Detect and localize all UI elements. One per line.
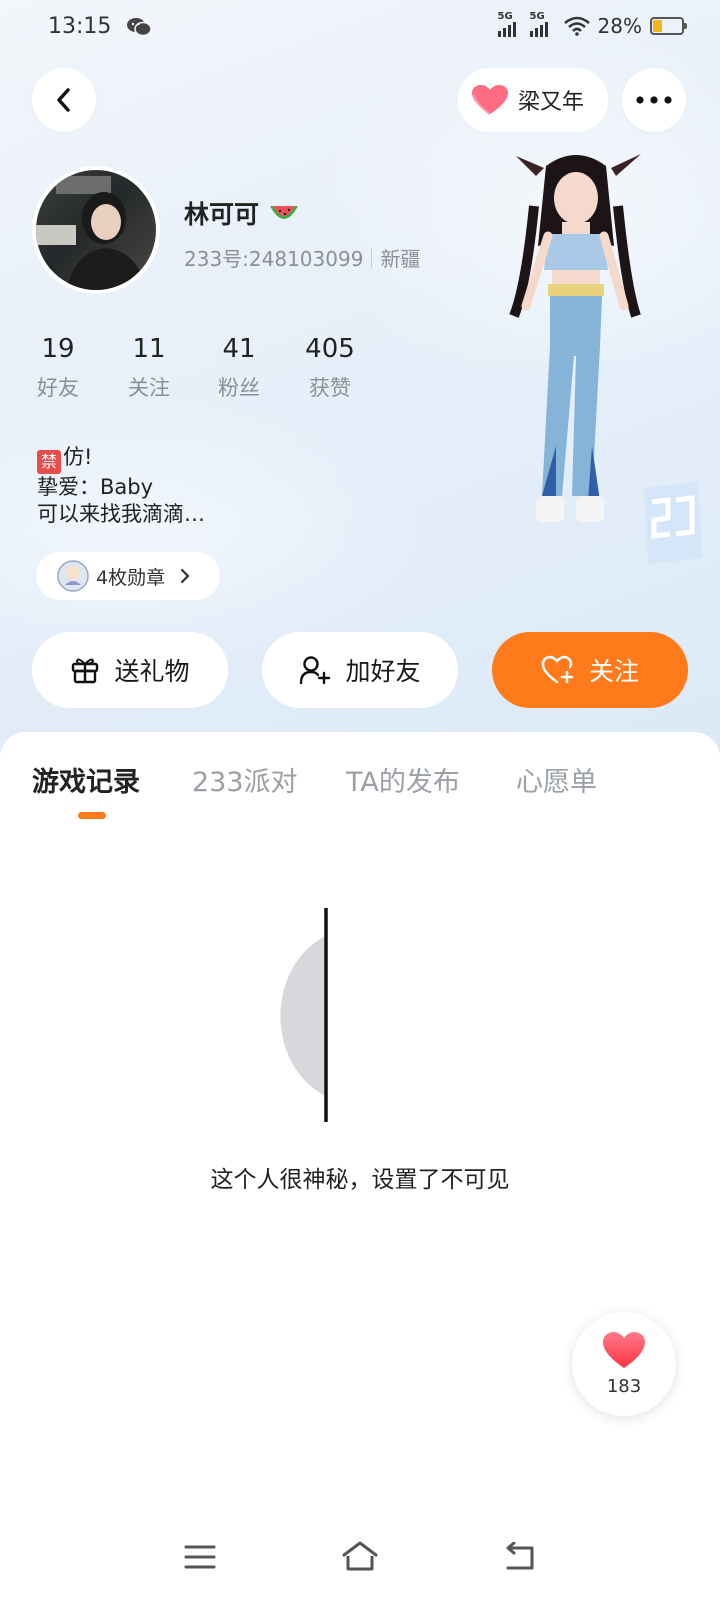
add-friend-label: 加好友 xyxy=(345,657,421,686)
follow-button[interactable]: 关注 xyxy=(492,632,688,708)
stat-label: 好友 xyxy=(37,376,79,400)
back-button[interactable] xyxy=(32,68,96,132)
heart-icon xyxy=(472,85,508,115)
medals-label: 4枚勋章 xyxy=(96,566,166,589)
stat-label: 粉丝 xyxy=(218,376,260,400)
battery-icon xyxy=(650,17,687,35)
stat-label: 获赞 xyxy=(309,376,351,400)
send-gift-button[interactable]: 送礼物 xyxy=(32,632,228,708)
gift-icon xyxy=(72,658,99,684)
tab-233-party[interactable]: 233派对 xyxy=(192,760,298,799)
like-count: 183 xyxy=(606,1376,642,1397)
stat-value: 19 xyxy=(41,334,75,364)
wechat-icon xyxy=(127,18,152,37)
more-dots-icon xyxy=(636,96,672,104)
home-icon[interactable] xyxy=(340,1540,380,1572)
status-bar: 13:15 5G 5G 28% xyxy=(0,0,720,56)
233-watermark-logo xyxy=(644,482,702,564)
send-gift-label: 送礼物 xyxy=(114,657,190,686)
private-lock-illustration xyxy=(280,908,328,1122)
stat-value: 11 xyxy=(132,334,166,364)
more-button[interactable] xyxy=(622,68,686,132)
stat-likes[interactable]: 405 获赞 xyxy=(285,334,375,402)
signal-icon: 5G xyxy=(497,11,516,37)
menu-icon[interactable] xyxy=(184,1544,216,1570)
wifi-icon xyxy=(563,16,590,36)
stat-value: 405 xyxy=(305,334,355,364)
back-arrow-icon xyxy=(57,88,70,112)
empty-state-message: 这个人很神秘，设置了不可见 xyxy=(210,1167,510,1193)
heart-plus-icon xyxy=(541,655,574,684)
intimate-friend-button[interactable]: 梁又年 xyxy=(458,68,608,132)
tab-ta-posts[interactable]: TA的发布 xyxy=(346,760,460,799)
active-tab-indicator xyxy=(78,812,106,819)
signal-icon-2: 5G xyxy=(529,11,548,37)
add-friend-button[interactable]: 加好友 xyxy=(262,632,458,708)
stat-label: 关注 xyxy=(128,376,170,400)
stat-value: 41 xyxy=(222,334,256,364)
stat-following[interactable]: 11 关注 xyxy=(104,334,194,402)
chevron-right-icon xyxy=(180,568,190,584)
divider xyxy=(371,247,373,268)
add-user-icon xyxy=(300,656,331,685)
ban-emoji-badge: 禁 xyxy=(37,450,61,474)
medals-button[interactable]: 4枚勋章 xyxy=(36,552,220,600)
avatar-photo xyxy=(36,176,148,290)
location: 新疆 xyxy=(380,247,421,271)
medal-icon xyxy=(57,560,89,592)
like-float-button[interactable]: 183 xyxy=(572,1312,676,1416)
heart-icon xyxy=(603,1332,645,1368)
stat-friends[interactable]: 19 好友 xyxy=(13,334,103,402)
status-time: 13:15 xyxy=(48,14,112,39)
tab-wishlist[interactable]: 心愿单 xyxy=(516,760,597,799)
tab-game-records[interactable]: 游戏记录 xyxy=(32,760,140,799)
intimate-friend-name: 梁又年 xyxy=(518,90,585,115)
battery-text: 28% xyxy=(597,14,642,38)
system-nav-bar xyxy=(0,1530,720,1590)
profile-id[interactable]: 233号:248103099 xyxy=(184,243,363,272)
avatar[interactable] xyxy=(32,166,160,294)
profile-id-line: 233号:248103099 新疆 xyxy=(184,243,420,272)
back-icon[interactable] xyxy=(502,1542,536,1572)
follow-label: 关注 xyxy=(588,657,639,686)
status-right: 5G 5G 28% xyxy=(497,11,687,38)
watermelon-icon xyxy=(269,206,298,219)
nickname: 林可可 xyxy=(184,195,300,231)
bio: 禁仿! 挚爱：Baby 可以来找我滴滴… xyxy=(37,445,205,526)
stat-fans[interactable]: 41 粉丝 xyxy=(194,334,284,402)
